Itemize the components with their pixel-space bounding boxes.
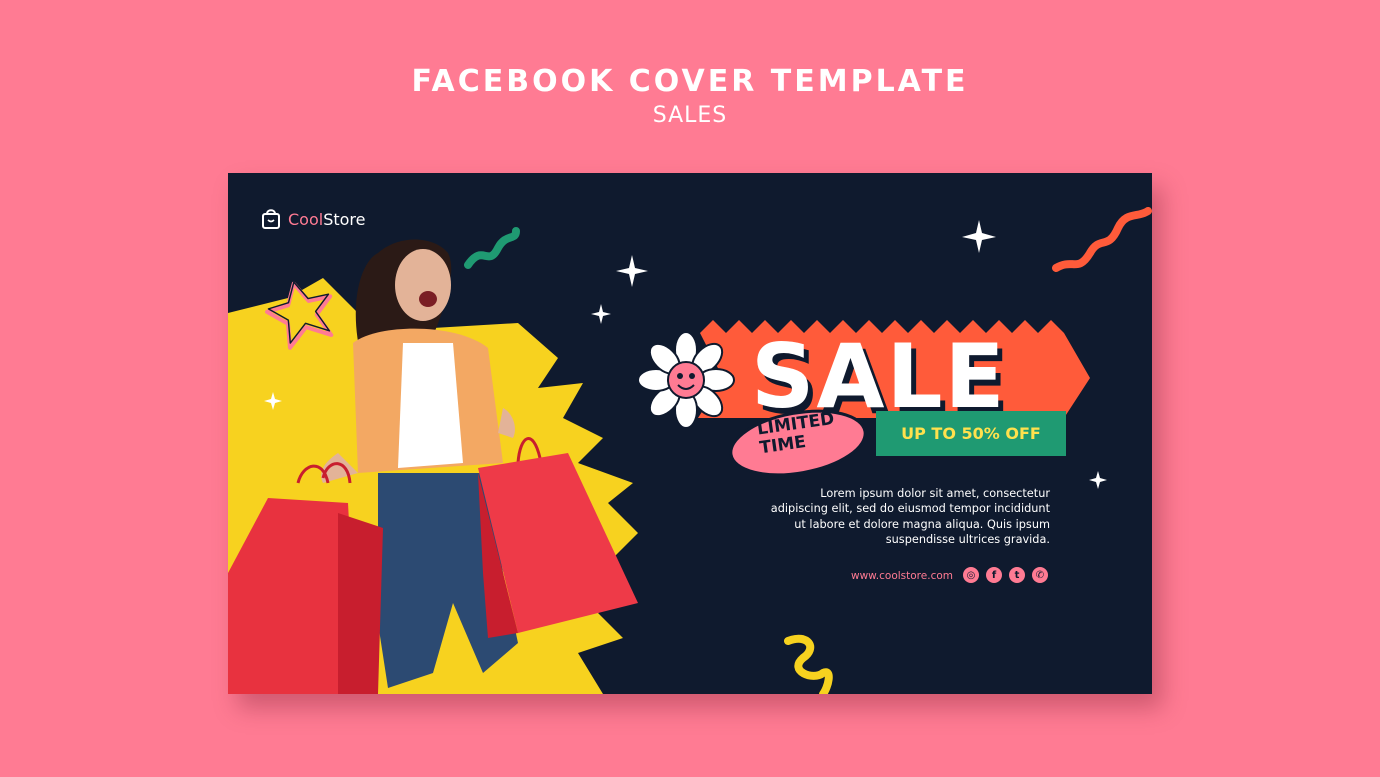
facebook-cover: CoolStore SALE LIMITED TIME UP TO 50% OF… <box>228 173 1152 694</box>
sale-headline: SALE <box>751 325 1007 428</box>
whatsapp-icon[interactable]: ✆ <box>1032 567 1048 583</box>
facebook-icon[interactable]: f <box>986 567 1002 583</box>
page-subtitle: SALES <box>652 103 728 128</box>
sale-headline-group: SALE LIMITED TIME UP TO 50% OFF <box>633 323 1103 483</box>
description-text: Lorem ipsum dolor sit amet, consectetur … <box>770 487 1050 546</box>
sparkle-icon <box>591 304 611 324</box>
discount-offer: UP TO 50% OFF <box>876 411 1066 456</box>
website-link[interactable]: www.coolstore.com <box>828 570 953 582</box>
yellow-squiggle <box>784 634 833 694</box>
social-icons: ◎ f t ✆ <box>963 567 1048 583</box>
shopping-bag-icon <box>262 209 280 229</box>
sparkle-icon <box>962 220 996 253</box>
green-squiggle <box>464 227 520 269</box>
twitter-icon[interactable]: t <box>1009 567 1025 583</box>
instagram-icon[interactable]: ◎ <box>963 567 979 583</box>
orange-squiggle <box>1052 207 1152 272</box>
brand-logo[interactable]: CoolStore <box>261 206 366 232</box>
page-title: FACEBOOK COVER TEMPLATE <box>411 64 969 99</box>
brand-name: CoolStore <box>288 209 366 229</box>
sparkle-icon <box>616 255 648 287</box>
